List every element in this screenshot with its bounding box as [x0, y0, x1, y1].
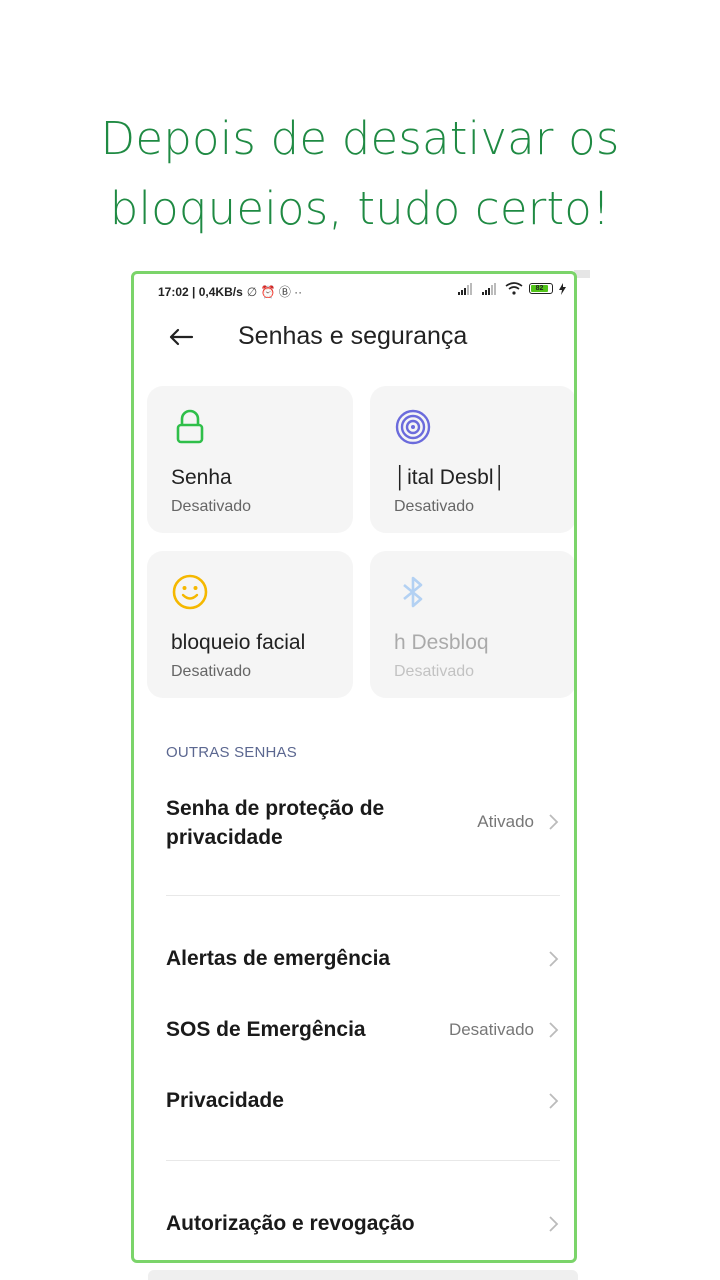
- card-bluetooth-status: Desativado: [394, 663, 475, 680]
- charging-icon: [559, 282, 566, 295]
- status-right: 82: [457, 282, 566, 295]
- row-emergency-alerts-label: Alertas de emergência: [166, 947, 391, 970]
- row-emergency-alerts[interactable]: Alertas de emergência: [166, 944, 560, 976]
- chevron-right-icon: [549, 1093, 559, 1109]
- bluetooth-icon: [403, 576, 423, 608]
- card-fingerprint-status: Desativado: [394, 498, 475, 515]
- chevron-right-icon: [549, 1022, 559, 1038]
- title-bar: Senhas e segurança: [134, 314, 574, 358]
- status-notification-icons: ∅ ⏰ Ⓑ ··: [246, 285, 303, 299]
- headline-line-2: bloqueios, tudo certo!: [109, 182, 611, 235]
- chevron-right-icon: [549, 951, 559, 967]
- headline-line-1: Depois de desativar os: [100, 112, 620, 165]
- page-title: Senhas e segurança: [238, 322, 468, 350]
- lock-icon: [176, 409, 204, 444]
- headline: Depois de desativar os bloqueios, tudo c…: [0, 104, 720, 244]
- divider: [166, 895, 560, 896]
- card-face-status: Desativado: [171, 663, 252, 680]
- row-privacy[interactable]: Privacidade: [166, 1086, 560, 1118]
- card-password-status: Desativado: [171, 498, 252, 515]
- row-emergency-sos[interactable]: SOS de Emergência Desativado: [166, 1015, 560, 1047]
- signal-icon-2: [482, 282, 496, 295]
- divider: [166, 1160, 560, 1161]
- status-left: 17:02 | 0,4KB/s ∅ ⏰ Ⓑ ··: [158, 283, 302, 300]
- row-authorization-revocation[interactable]: Autorização e revogação: [166, 1209, 560, 1241]
- card-face-unlock[interactable]: bloqueio facial Desativado: [147, 551, 353, 698]
- row-authorization-label: Autorização e revogação: [166, 1212, 415, 1235]
- card-bluetooth-name: h Desbloq: [394, 631, 489, 654]
- fingerprint-icon: [395, 409, 431, 445]
- row-privacy-password-value: Ativado: [477, 812, 534, 831]
- row-emergency-sos-value: Desativado: [448, 1020, 534, 1039]
- battery-icon: 82: [529, 283, 553, 294]
- card-password[interactable]: Senha Desativado: [147, 386, 353, 533]
- battery-level: 82: [531, 285, 548, 292]
- chevron-right-icon: [549, 1216, 559, 1232]
- status-time: 17:02 | 0,4KB/s: [158, 284, 243, 299]
- wifi-icon: [505, 282, 523, 295]
- chevron-right-icon: [549, 814, 559, 830]
- row-privacy-password[interactable]: Senha de proteção de privacidade Ativado: [166, 794, 560, 854]
- phone-screenshot: 17:02 | 0,4KB/s ∅ ⏰ Ⓑ ·· 82 Senhas e seg…: [131, 271, 577, 1263]
- smiley-icon: [172, 574, 208, 610]
- card-fingerprint[interactable]: │ital Desbl│ Desativado: [370, 386, 574, 533]
- status-bar: 17:02 | 0,4KB/s ∅ ⏰ Ⓑ ·· 82: [134, 274, 574, 304]
- card-bluetooth-unlock[interactable]: h Desbloq Desativado: [370, 551, 574, 698]
- section-header-other-passwords: OUTRAS SENHAS: [166, 744, 297, 761]
- signal-icon: [458, 282, 472, 295]
- row-privacy-label: Privacidade: [166, 1089, 284, 1112]
- card-fingerprint-name: │ital Desbl│: [394, 466, 507, 489]
- card-face-name: bloqueio facial: [171, 631, 306, 654]
- card-password-name: Senha: [171, 466, 232, 489]
- background-strip-bottom: [148, 1270, 578, 1280]
- back-arrow-icon[interactable]: [166, 322, 196, 352]
